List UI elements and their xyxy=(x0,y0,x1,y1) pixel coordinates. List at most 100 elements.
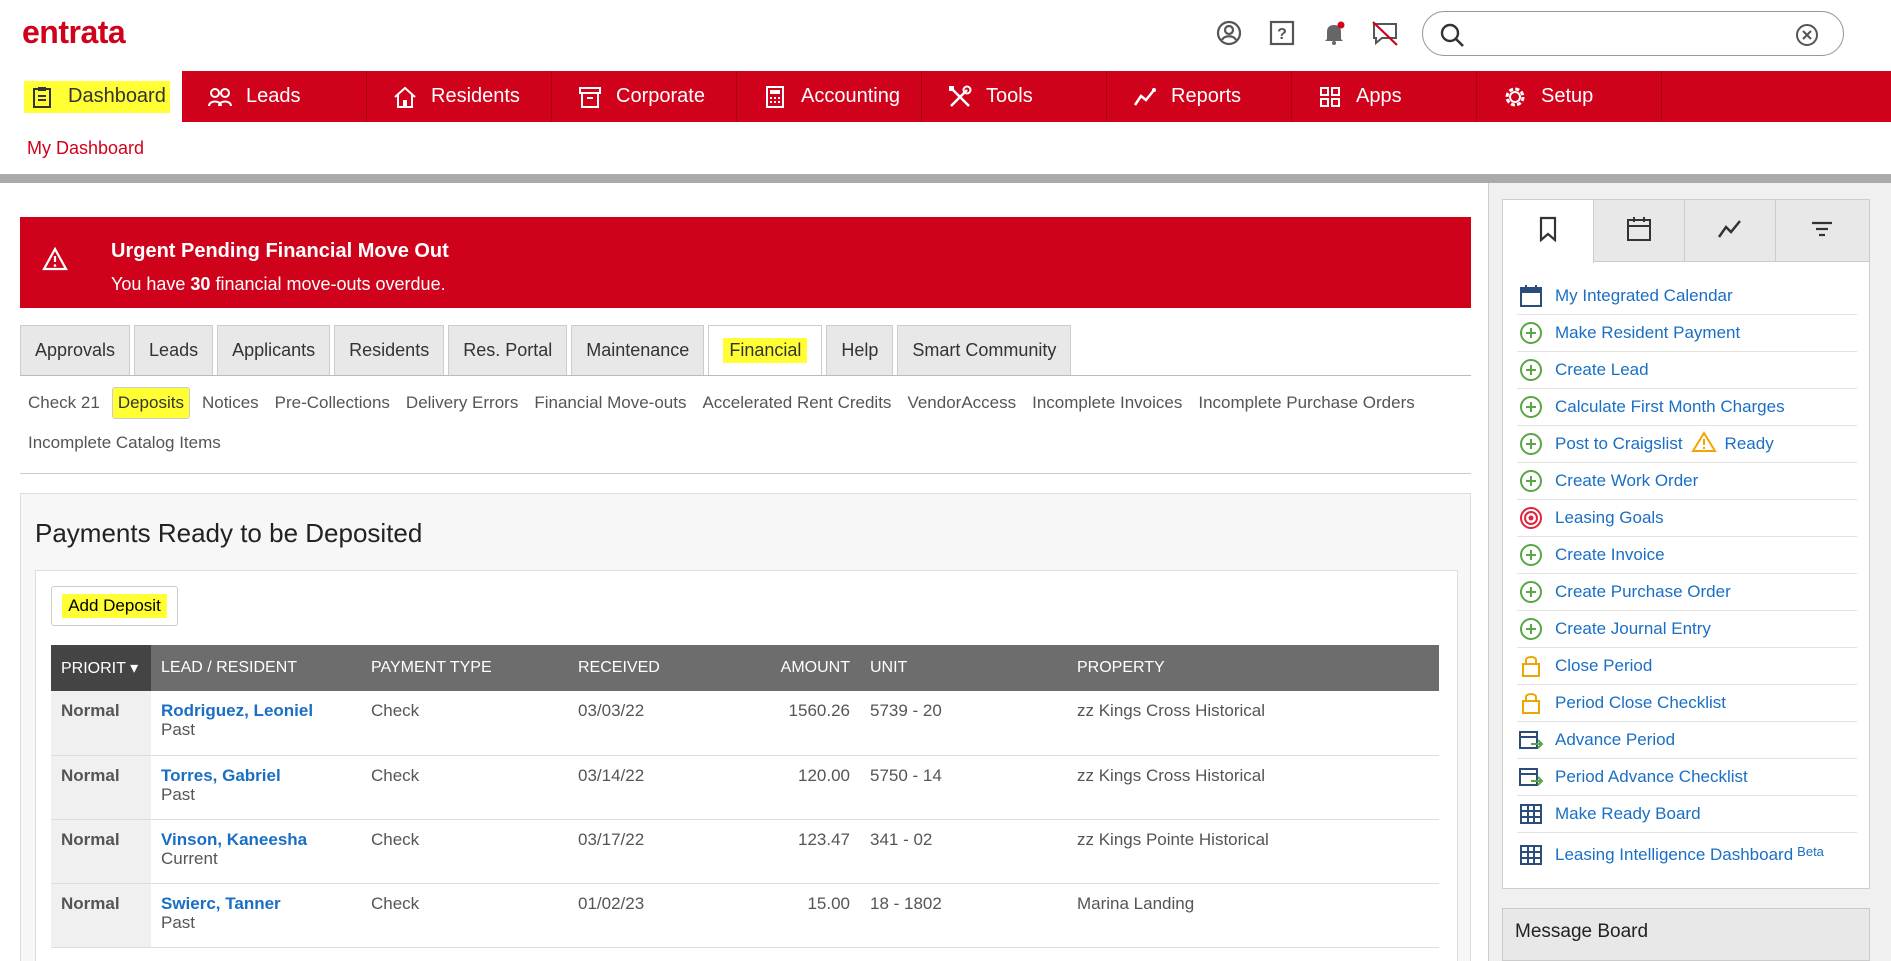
link-close-period[interactable]: Close Period xyxy=(1517,648,1857,685)
unit-cell: 5739 - 20 xyxy=(860,691,1067,756)
nav-residents[interactable]: Residents xyxy=(367,71,552,122)
link-create-work-order[interactable]: Create Work Order xyxy=(1517,463,1857,500)
col-payment-type[interactable]: PAYMENT TYPE xyxy=(361,645,568,691)
grid-icon xyxy=(1517,800,1545,828)
nav-label: Dashboard xyxy=(68,85,166,107)
resident-link[interactable]: Vinson, Kaneesha xyxy=(161,830,351,850)
resident-link[interactable]: Rodriguez, Leoniel xyxy=(161,701,351,721)
nav-setup[interactable]: Setup xyxy=(1477,71,1662,122)
col-lead-resident[interactable]: LEAD / RESIDENT xyxy=(151,645,361,691)
subtab-notices[interactable]: Notices xyxy=(202,391,259,415)
nav-label: Accounting xyxy=(801,85,900,107)
link-leasing-intelligence-dashboard[interactable]: Leasing Intelligence Dashboard Beta xyxy=(1517,833,1857,877)
resident-cell: Torres, Gabriel Past xyxy=(151,755,361,820)
link-leasing-goals[interactable]: Leasing Goals xyxy=(1517,500,1857,537)
entrata-logo[interactable]: entrata xyxy=(22,14,126,51)
bell-icon[interactable] xyxy=(1318,17,1350,49)
col-priority[interactable]: PRIORIT ▾ xyxy=(51,645,151,691)
link-period-advance-checklist[interactable]: Period Advance Checklist xyxy=(1517,759,1857,796)
user-icon[interactable] xyxy=(1213,17,1245,49)
grid-icon xyxy=(1517,841,1545,869)
subtab-accelerated-rent-credits[interactable]: Accelerated Rent Credits xyxy=(702,391,891,415)
side-tab-bookmarks[interactable] xyxy=(1503,200,1594,263)
nav-reports[interactable]: Reports xyxy=(1107,71,1292,122)
subtab-incomplete-invoices[interactable]: Incomplete Invoices xyxy=(1032,391,1182,415)
link-create-invoice[interactable]: Create Invoice xyxy=(1517,537,1857,574)
tab-smart-community[interactable]: Smart Community xyxy=(897,325,1072,375)
main-content: Urgent Pending Financial Move Out You ha… xyxy=(5,183,1488,961)
main-nav: Dashboard Leads Residents Corporate Acco… xyxy=(0,71,1891,122)
nav-apps[interactable]: Apps xyxy=(1292,71,1477,122)
search-box[interactable] xyxy=(1422,11,1844,56)
clear-search-icon[interactable] xyxy=(1795,23,1819,52)
tab-leads[interactable]: Leads xyxy=(134,325,214,375)
link-post-to-craigslist[interactable]: Post to Craigslist Ready xyxy=(1517,426,1857,463)
subtab-vendoraccess[interactable]: VendorAccess xyxy=(907,391,1016,415)
subtabs-divider xyxy=(20,473,1471,474)
subtab-pre-collections[interactable]: Pre-Collections xyxy=(275,391,390,415)
col-property[interactable]: PROPERTY xyxy=(1067,645,1439,691)
payment-type-cell: Check xyxy=(361,819,568,884)
link-period-close-checklist[interactable]: Period Close Checklist xyxy=(1517,685,1857,722)
link-make-resident-payment[interactable]: Make Resident Payment xyxy=(1517,315,1857,352)
nav-corporate[interactable]: Corporate xyxy=(552,71,737,122)
search-input[interactable] xyxy=(1479,20,1779,48)
col-received[interactable]: RECEIVED xyxy=(568,645,738,691)
link-create-lead[interactable]: Create Lead xyxy=(1517,352,1857,389)
resident-link[interactable]: Torres, Gabriel xyxy=(161,766,351,786)
link-make-ready-board[interactable]: Make Ready Board xyxy=(1517,796,1857,833)
resident-cell: Vinson, Kaneesha Current xyxy=(151,819,361,884)
side-tab-trends[interactable] xyxy=(1685,200,1776,262)
trend-icon xyxy=(1716,217,1744,246)
subtab-incomplete-catalog-items[interactable]: Incomplete Catalog Items xyxy=(28,431,221,455)
calendar-arrow-icon xyxy=(1517,726,1545,754)
property-cell: Marina Landing xyxy=(1067,883,1439,948)
tab-res-portal[interactable]: Res. Portal xyxy=(448,325,568,375)
subtab-check21[interactable]: Check 21 xyxy=(28,391,100,415)
warning-icon xyxy=(42,246,68,276)
target-icon xyxy=(1517,504,1545,532)
tab-help[interactable]: Help xyxy=(826,325,894,375)
tab-approvals[interactable]: Approvals xyxy=(20,325,131,375)
payment-type-cell: Check xyxy=(361,755,568,820)
tab-financial[interactable]: Financial xyxy=(708,325,823,375)
calculator-icon xyxy=(761,83,789,111)
link-create-journal-entry[interactable]: Create Journal Entry xyxy=(1517,611,1857,648)
nav-label: Setup xyxy=(1541,85,1594,107)
unit-cell: 5750 - 14 xyxy=(860,755,1067,820)
col-unit[interactable]: UNIT xyxy=(860,645,1067,691)
divider xyxy=(0,174,1891,183)
tab-residents[interactable]: Residents xyxy=(334,325,445,375)
nav-dashboard[interactable]: Dashboard xyxy=(0,71,182,122)
tab-applicants[interactable]: Applicants xyxy=(217,325,331,375)
col-amount[interactable]: AMOUNT xyxy=(738,645,860,691)
table-row: Normal Vinson, Kaneesha Current Check 03/… xyxy=(51,819,1439,884)
bookmark-icon xyxy=(1537,216,1559,247)
payments-title: Payments Ready to be Deposited xyxy=(35,518,423,548)
nav-tools[interactable]: Tools xyxy=(922,71,1107,122)
resident-link[interactable]: Swierc, Tanner xyxy=(161,894,351,914)
subtab-incomplete-purchase-orders[interactable]: Incomplete Purchase Orders xyxy=(1198,391,1414,415)
side-tab-filter[interactable] xyxy=(1776,200,1867,262)
resident-status: Current xyxy=(161,848,218,868)
add-deposit-button[interactable]: Add Deposit xyxy=(51,586,178,626)
link-integrated-calendar[interactable]: My Integrated Calendar xyxy=(1517,278,1857,315)
plus-circle-icon xyxy=(1517,541,1545,569)
clipboard-icon xyxy=(28,83,56,111)
subtab-delivery-errors[interactable]: Delivery Errors xyxy=(406,391,518,415)
nav-leads[interactable]: Leads xyxy=(182,71,367,122)
my-dashboard-link[interactable]: My Dashboard xyxy=(27,138,144,159)
nav-accounting[interactable]: Accounting xyxy=(737,71,922,122)
plus-circle-icon xyxy=(1517,615,1545,643)
link-advance-period[interactable]: Advance Period xyxy=(1517,722,1857,759)
subtab-financial-move-outs[interactable]: Financial Move-outs xyxy=(534,391,686,415)
tab-maintenance[interactable]: Maintenance xyxy=(571,325,705,375)
link-calculate-first-month-charges[interactable]: Calculate First Month Charges xyxy=(1517,389,1857,426)
message-board-header[interactable]: Message Board xyxy=(1502,908,1870,961)
help-icon[interactable]: ? xyxy=(1266,17,1298,49)
subtab-deposits[interactable]: Deposits xyxy=(111,387,190,419)
side-tab-calendar[interactable] xyxy=(1594,200,1685,262)
link-create-purchase-order[interactable]: Create Purchase Order xyxy=(1517,574,1857,611)
alert-title: Urgent Pending Financial Move Out xyxy=(111,240,449,262)
chat-off-icon[interactable] xyxy=(1369,17,1401,49)
